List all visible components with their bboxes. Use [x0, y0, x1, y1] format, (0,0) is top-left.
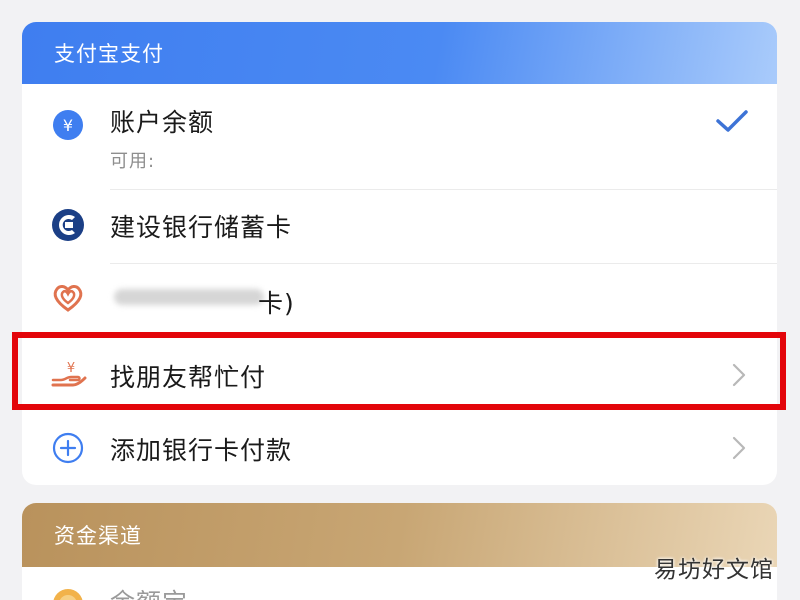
option-label: 余额宝 — [110, 583, 188, 600]
yuebao-icon — [51, 587, 85, 600]
fund-section-title: 资金渠道 — [54, 524, 142, 548]
redacted-card-name — [114, 289, 264, 305]
option-label: 建设银行储蓄卡 — [110, 213, 293, 242]
option-label: 添加银行卡付款 — [110, 436, 293, 465]
option-account-balance[interactable]: ¥ 账户余额 可用: — [22, 84, 777, 190]
ccb-logo-icon — [51, 208, 85, 246]
option-label: 卡) — [258, 289, 295, 318]
unionpay-heart-icon — [51, 280, 85, 318]
available-balance-text: 可用: — [110, 151, 156, 172]
highlight-box — [12, 332, 786, 410]
option-label: 账户余额 — [110, 108, 215, 137]
option-ccb-savings-card[interactable]: 建设银行储蓄卡 — [22, 190, 777, 264]
alipay-section-title: 支付宝支付 — [54, 42, 164, 66]
selected-check-icon — [715, 108, 749, 140]
option-obscured-card[interactable]: 卡) — [22, 264, 777, 334]
alipay-payment-card: 支付宝支付 ¥ 账户余额 可用: 建设银行储蓄卡 卡) ¥ 找朋友帮忙付 添加银… — [22, 22, 777, 485]
alipay-section-header: 支付宝支付 — [22, 22, 777, 84]
svg-text:¥: ¥ — [63, 116, 73, 135]
chevron-right-icon — [731, 435, 747, 465]
option-add-bank-card[interactable]: 添加银行卡付款 — [22, 412, 777, 484]
watermark-text: 易坊好文馆 — [654, 557, 774, 583]
yuan-coin-icon: ¥ — [51, 108, 85, 146]
plus-circle-icon — [51, 431, 85, 469]
